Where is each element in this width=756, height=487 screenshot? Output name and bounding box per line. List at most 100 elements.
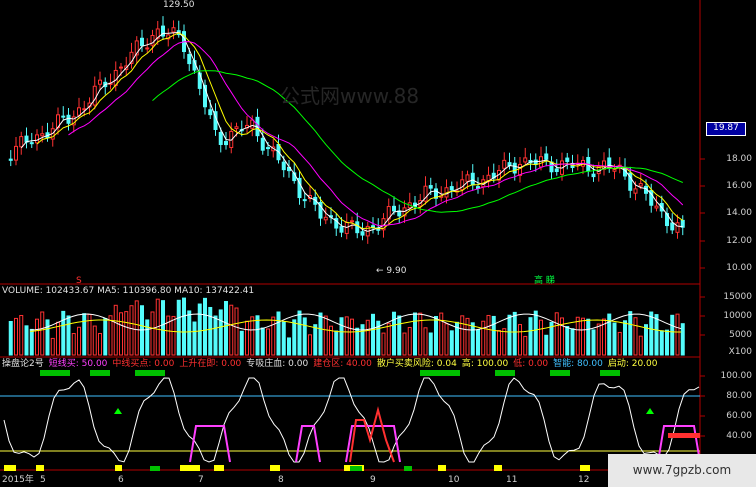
candle-body <box>339 226 344 233</box>
volume-bar <box>171 315 176 356</box>
volume-axis-tick: 15000 <box>723 292 752 302</box>
signal-block-green <box>600 370 620 376</box>
volume-bar <box>670 314 675 356</box>
volume-bar <box>481 320 486 356</box>
candle-body <box>77 107 81 116</box>
volume-bar <box>229 304 234 356</box>
signal-block-green <box>90 370 110 376</box>
volume-bar <box>449 330 454 356</box>
volume-bar <box>250 316 255 356</box>
volume-bar <box>434 315 438 356</box>
candle-body <box>234 126 239 130</box>
volume-bar <box>66 315 71 356</box>
candle-body <box>670 222 675 231</box>
candle-body <box>260 137 265 151</box>
candle-body <box>355 221 360 234</box>
volume-bar <box>108 315 113 356</box>
volume-bar <box>565 326 570 356</box>
volume-bar <box>113 304 118 356</box>
volume-bar <box>392 311 396 356</box>
volume-bar <box>591 329 596 356</box>
volume-bar <box>586 318 591 356</box>
candle-body <box>638 183 643 187</box>
price-axis-tick: 14.00 <box>726 208 752 218</box>
candle-body <box>612 169 617 172</box>
signal-block-yellow <box>36 465 44 471</box>
candle-body <box>512 162 517 174</box>
volume-bar <box>486 314 491 356</box>
volume-bar <box>623 320 627 356</box>
volume-bar <box>423 327 428 356</box>
volume-bar <box>260 327 265 356</box>
indicator-item: 专吸庄血: 0.00 <box>246 359 309 369</box>
candle-body <box>14 145 18 161</box>
signal-block-yellow <box>214 465 224 471</box>
indicator-item: 低: 0.00 <box>513 359 549 369</box>
volume-bar <box>644 324 648 356</box>
candle-body <box>145 47 150 50</box>
volume-bar <box>40 311 45 356</box>
volume-bar <box>491 315 496 356</box>
volume-bar <box>61 310 66 356</box>
volume-bar <box>145 319 150 356</box>
candle-body <box>465 174 470 182</box>
candle-body <box>539 156 543 168</box>
signal-block-yellow <box>438 465 446 471</box>
buy-arrow <box>646 408 654 414</box>
candle-body <box>449 186 454 191</box>
candle-body <box>533 159 538 165</box>
candle-body <box>428 185 433 189</box>
stock-chart-window: 129.50 ← 9.90 S 高 睇 19.87 18.00 16.00 14… <box>0 0 756 487</box>
price-axis-tick: 18.00 <box>726 154 752 164</box>
indicator-item: 智能: 80.00 <box>553 359 603 369</box>
volume-bar <box>82 313 87 356</box>
volume-bar <box>654 314 659 356</box>
candle-body <box>40 133 45 137</box>
current-price-box[interactable]: 19.87 <box>706 122 746 136</box>
price-axis-tick: 16.00 <box>726 181 752 191</box>
volume-bar <box>638 335 643 356</box>
candle-body <box>460 179 465 191</box>
candle-body <box>591 173 596 178</box>
indicator-item: 中线买点: 0.00 <box>112 359 175 369</box>
volume-bar <box>292 319 297 356</box>
volume-bar <box>255 315 260 356</box>
time-axis-label: 8 <box>278 475 284 485</box>
volume-bar <box>50 337 55 356</box>
candle-body <box>323 216 328 221</box>
indicator-item: 上升在即: 0.00 <box>179 359 242 369</box>
volume-bar <box>581 317 585 356</box>
signal-block-green <box>495 370 515 376</box>
volume-bar <box>371 313 375 356</box>
volume-bar <box>150 311 155 356</box>
volume-bar <box>266 328 270 356</box>
volume-bar <box>407 326 412 356</box>
time-axis-label: 11 <box>506 475 518 485</box>
volume-bar <box>24 325 29 356</box>
volume-bar <box>528 317 533 356</box>
volume-bar <box>428 332 433 356</box>
price-axis-tick: 12.00 <box>726 236 752 246</box>
candle-body <box>470 172 475 186</box>
volume-bar <box>203 297 207 356</box>
signal-block-green <box>550 370 570 376</box>
volume-bar <box>35 318 39 356</box>
signal-block-green <box>404 466 412 471</box>
volume-bar <box>129 305 134 356</box>
volume-bar <box>8 320 13 356</box>
volume-bar <box>360 324 365 356</box>
watermark-top: 公式网www.88 <box>280 84 420 108</box>
volume-bar <box>518 324 522 356</box>
signal-block-yellow <box>270 465 280 471</box>
volume-bar <box>575 316 580 356</box>
candle-body <box>360 231 365 236</box>
volume-bar <box>245 320 249 356</box>
volume-bar <box>318 312 323 356</box>
volume-bar <box>628 311 633 356</box>
candle-body <box>35 134 39 144</box>
volume-bar <box>439 312 444 356</box>
volume-bar <box>444 323 449 356</box>
candle-body <box>187 53 192 65</box>
volume-bar <box>124 311 129 356</box>
candle-body <box>61 115 66 118</box>
